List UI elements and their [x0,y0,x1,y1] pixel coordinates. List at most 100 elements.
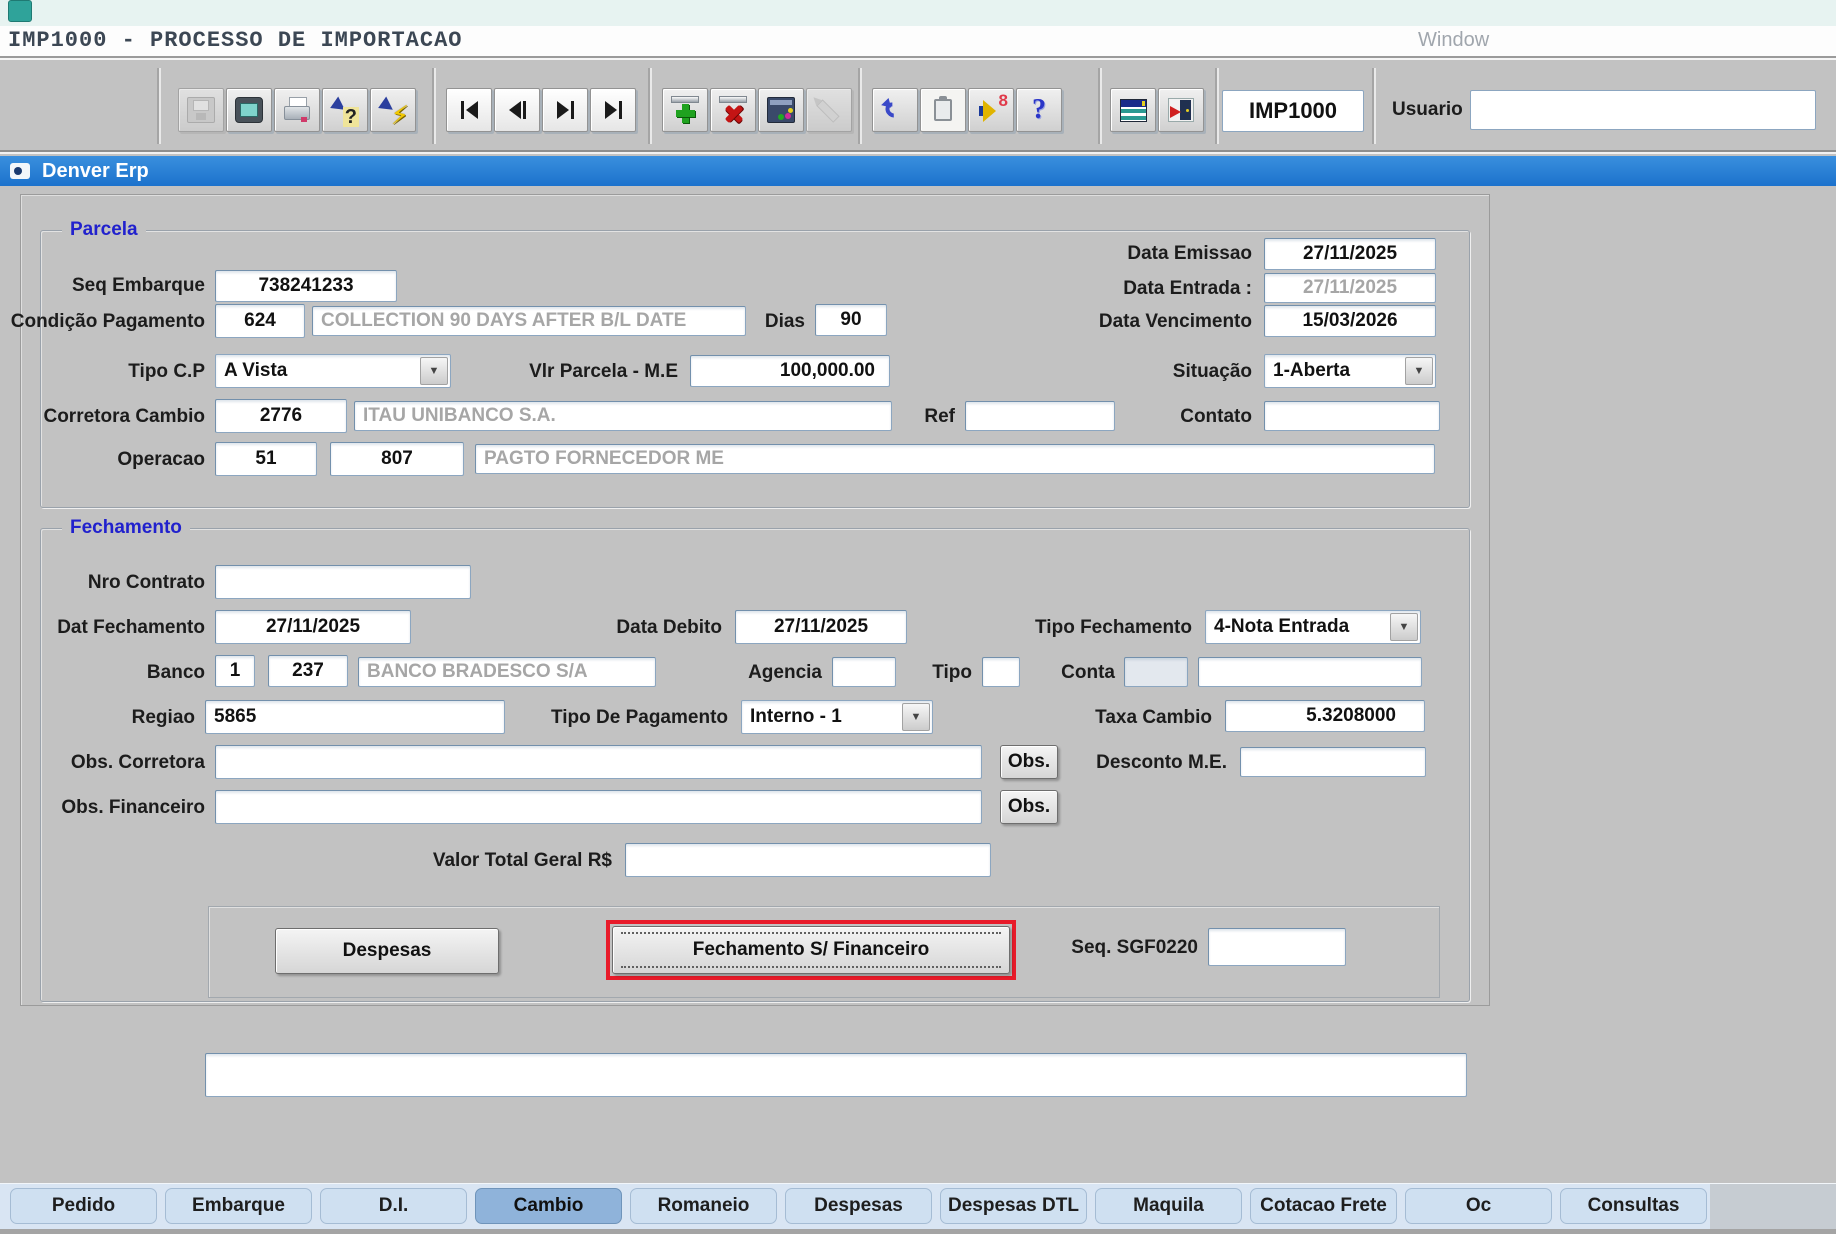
obs-corretora-button[interactable]: Obs. [1000,745,1058,779]
tipo-cp-dropdown[interactable]: A Vista ▼ [215,354,451,388]
tab-consultas[interactable]: Consultas [1560,1188,1707,1224]
valor-total-field[interactable] [625,843,991,877]
save-button[interactable] [178,88,224,132]
application-window: IMP1000 - PROCESSO DE IMPORTACAO Window … [0,0,1836,1234]
conta-field[interactable] [1198,657,1422,687]
help-select-button[interactable]: ? [322,88,368,132]
tab-maquila[interactable]: Maquila [1095,1188,1242,1224]
tipo-pagamento-value: Interno - 1 [750,706,842,728]
tipo-fechamento-value: 4-Nota Entrada [1214,616,1349,638]
dat-fechamento-field[interactable]: 27/11/2025 [215,610,411,644]
tab-embarque[interactable]: Embarque [165,1188,312,1224]
condicao-pagamento-label: Condição Pagamento [5,306,205,338]
nav-first-icon [461,101,478,119]
data-debito-field[interactable]: 27/11/2025 [735,610,907,644]
tipo-cp-value: A Vista [224,360,287,382]
dias-label: Dias [745,306,805,338]
run-button[interactable]: ⚡ [370,88,416,132]
situacao-dropdown[interactable]: 1-Aberta ▼ [1264,354,1436,388]
toolbar-separator [1372,68,1376,144]
operacao-code2-field[interactable]: 807 [330,442,464,476]
app-header: Denver Erp [0,156,1836,186]
obs-financeiro-button[interactable]: Obs. [1000,790,1058,824]
obs-corretora-field[interactable] [215,745,982,779]
banco-code1-field[interactable]: 1 [215,655,255,687]
help-button[interactable]: ? [1016,88,1062,132]
tab-bar: PedidoEmbarqueD.I.CambioRomaneioDespesas… [0,1183,1836,1230]
delete-record-button[interactable] [710,88,756,132]
data-vencimento-label: Data Vencimento [1040,306,1252,338]
condicao-pagamento-code-field[interactable]: 624 [215,304,305,338]
agencia-label: Agencia [690,657,822,689]
nav-prev-icon [509,101,526,119]
fechamento-financeiro-button[interactable]: Fechamento S/ Financeiro [612,926,1010,974]
nav-last-button[interactable] [590,88,636,132]
tab-despesas-dtl[interactable]: Despesas DTL [940,1188,1087,1224]
condicao-pagamento-desc-field: COLLECTION 90 DAYS AFTER B/L DATE [312,306,746,336]
nro-contrato-field[interactable] [215,565,471,599]
tab-romaneio[interactable]: Romaneio [630,1188,777,1224]
contato-field[interactable] [1264,401,1440,431]
usuario-label: Usuario [1392,99,1463,121]
obs-financeiro-field[interactable] [215,790,982,824]
seq-embarque-field[interactable]: 738241233 [215,270,397,302]
regiao-field[interactable]: 5865 [205,700,505,734]
window-menu[interactable]: Window [1418,29,1489,52]
agencia-field[interactable] [832,657,896,687]
print-button[interactable] [274,88,320,132]
vlr-parcela-field[interactable]: 100,000.00 [690,355,890,387]
desconto-me-field[interactable] [1240,747,1426,777]
tipo-fechamento-dropdown[interactable]: 4-Nota Entrada ▼ [1205,610,1421,644]
nav-first-button[interactable] [446,88,492,132]
tab-d-i[interactable]: D.I. [320,1188,467,1224]
add-record-button[interactable] [662,88,708,132]
menu-button[interactable] [1110,88,1156,132]
menu-icon [1120,99,1147,122]
ref-field[interactable] [965,401,1115,431]
toolbar-separator [858,68,862,144]
nav-prev-button[interactable] [494,88,540,132]
sound-button[interactable]: 8 [968,88,1014,132]
status-message-field[interactable] [205,1053,1467,1097]
tipo-field[interactable] [982,657,1020,687]
tab-pedido[interactable]: Pedido [10,1188,157,1224]
tab-oc[interactable]: Oc [1405,1188,1552,1224]
toolbar-separator [648,68,652,144]
conta-label: Conta [1020,657,1115,689]
situacao-value: 1-Aberta [1273,360,1350,382]
edit-button[interactable] [806,88,852,132]
exit-button[interactable] [1158,88,1204,132]
fechamento-group-title: Fechamento [62,517,190,539]
undo-button[interactable] [872,88,918,132]
dias-field[interactable]: 90 [815,304,887,336]
operacao-code1-field[interactable]: 51 [215,442,317,476]
seq-sgf0220-field[interactable] [1208,928,1346,966]
divider [0,56,1836,60]
data-vencimento-field[interactable]: 15/03/2026 [1264,305,1436,337]
tab-despesas[interactable]: Despesas [785,1188,932,1224]
tipo-label: Tipo [905,657,972,689]
usuario-input[interactable] [1470,90,1816,130]
toolbar-separator [157,68,161,144]
screen-button[interactable] [226,88,272,132]
taxa-cambio-field[interactable]: 5.3208000 [1225,700,1425,732]
program-code-field: IMP1000 [1222,90,1364,132]
query-button[interactable] [758,88,804,132]
data-emissao-field[interactable]: 27/11/2025 [1264,238,1436,270]
nav-next-button[interactable] [542,88,588,132]
seq-sgf0220-label: Seq. SGF0220 [1050,932,1198,964]
corretora-cambio-label: Corretora Cambio [5,401,205,433]
delete-record-icon [719,97,747,123]
paste-icon [934,99,952,121]
tab-cambio[interactable]: Cambio [475,1188,622,1224]
app-icon [10,163,30,179]
tipo-pagamento-dropdown[interactable]: Interno - 1 ▼ [741,700,933,734]
despesas-button[interactable]: Despesas [275,928,499,974]
toolbar-separator [1098,68,1102,144]
banco-code2-field[interactable]: 237 [268,655,348,687]
corretora-cambio-code-field[interactable]: 2776 [215,399,347,433]
tab-cotacao-frete[interactable]: Cotacao Frete [1250,1188,1397,1224]
toolbar-separator [432,68,436,144]
app-taskbar-icon [8,0,32,22]
paste-button[interactable] [920,88,966,132]
